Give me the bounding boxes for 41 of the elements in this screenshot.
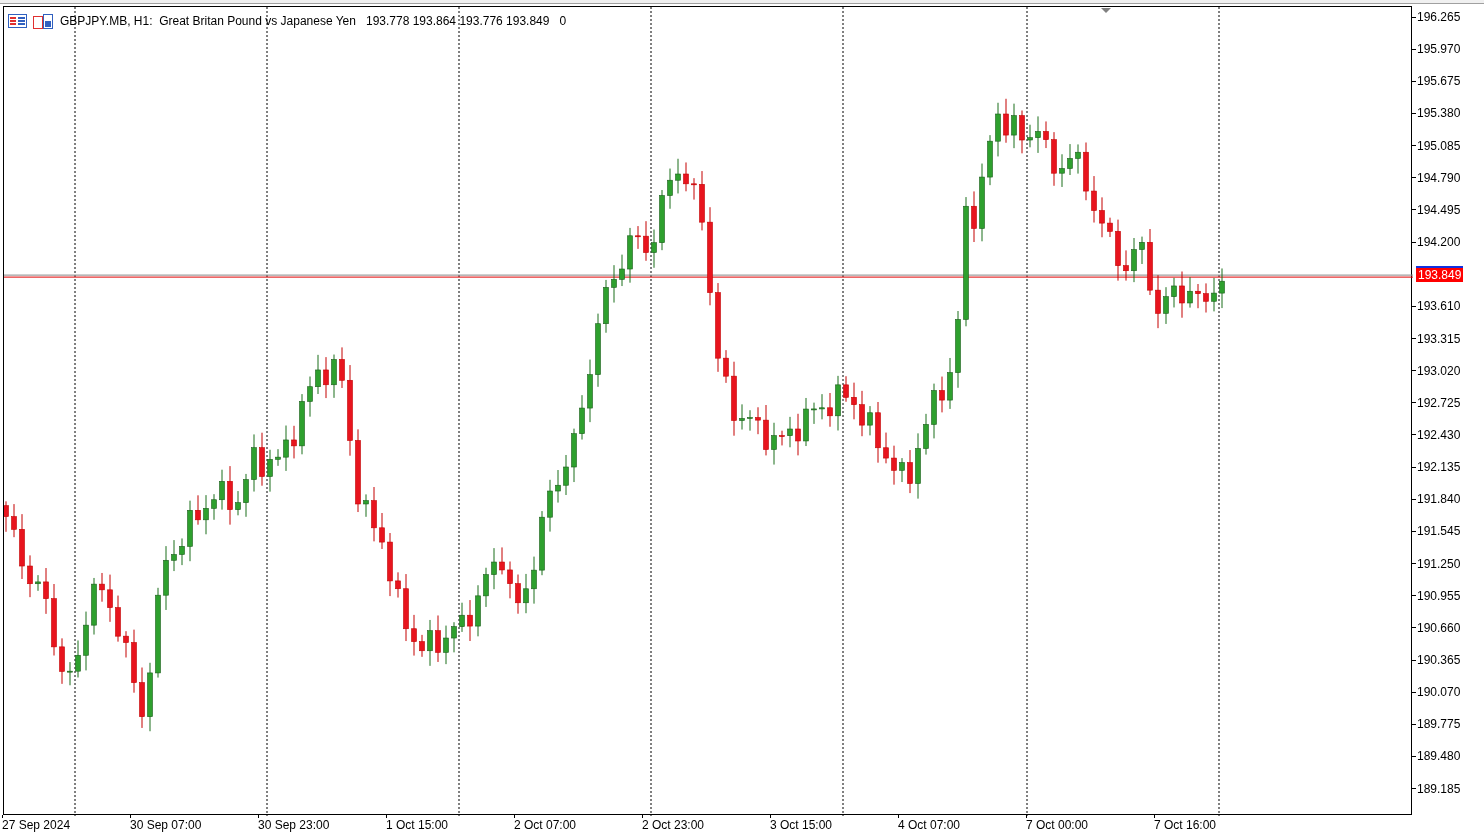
- price-label: 192.135: [1417, 460, 1461, 475]
- price-label: 191.545: [1417, 524, 1461, 539]
- time-label: 2 Oct 07:00: [514, 818, 578, 832]
- price-label: 189.775: [1417, 717, 1461, 732]
- price-label: 196.265: [1417, 10, 1461, 24]
- time-label: 30 Sep 23:00: [258, 818, 331, 832]
- time-label: 27 Sep 2024: [2, 818, 72, 832]
- time-label: 30 Sep 07:00: [130, 818, 203, 832]
- price-label: 194.200: [1417, 235, 1461, 250]
- price-label: 191.840: [1417, 492, 1461, 507]
- price-label: 193.610: [1417, 299, 1461, 314]
- price-label: 189.185: [1417, 781, 1461, 796]
- time-label: 1 Oct 15:00: [386, 818, 450, 832]
- time-label: 7 Oct 00:00: [1026, 818, 1090, 832]
- price-label: 190.955: [1417, 588, 1461, 603]
- price-label: 191.250: [1417, 556, 1461, 571]
- price-label: 195.970: [1417, 42, 1461, 57]
- price-label: 190.660: [1417, 620, 1461, 635]
- price-label: 195.085: [1417, 138, 1461, 153]
- price-label: 190.070: [1417, 685, 1461, 700]
- current-price-label: 193.849: [1416, 266, 1464, 282]
- price-label: 192.430: [1417, 427, 1461, 442]
- price-label: 194.495: [1417, 202, 1461, 217]
- time-label: 7 Oct 16:00: [1154, 818, 1218, 832]
- time-label: 2 Oct 23:00: [642, 818, 706, 832]
- price-label: 193.020: [1417, 363, 1461, 378]
- time-label: 4 Oct 07:00: [898, 818, 962, 832]
- volume-value: 0: [559, 13, 567, 30]
- price-label: 189.480: [1417, 749, 1461, 764]
- price-label: 190.365: [1417, 653, 1461, 667]
- time-label: 3 Oct 15:00: [770, 818, 834, 832]
- price-label: 195.380: [1417, 106, 1461, 121]
- shift-marker-icon[interactable]: [1101, 8, 1111, 13]
- chart-symbol-title: GBPJPY.MB, H1: Great Britan Pound vs Japanese Yen: [60, 13, 356, 30]
- price-label: 194.790: [1417, 170, 1461, 185]
- price-label: 192.725: [1417, 395, 1461, 410]
- ohlc-values: 193.778 193.864 193.776 193.849: [365, 13, 550, 30]
- windows-icon[interactable]: [33, 13, 53, 29]
- price-label: 193.315: [1417, 331, 1461, 346]
- price-label: 195.675: [1417, 74, 1461, 89]
- list-icon[interactable]: [8, 14, 27, 28]
